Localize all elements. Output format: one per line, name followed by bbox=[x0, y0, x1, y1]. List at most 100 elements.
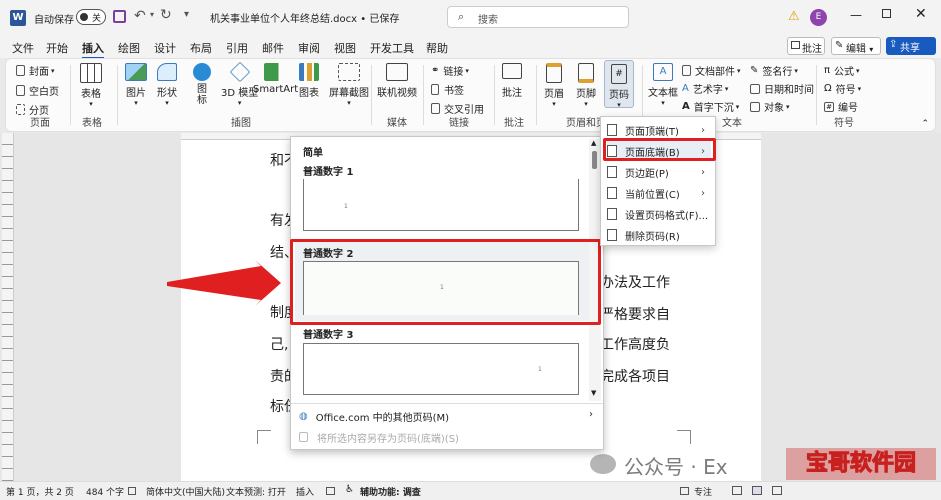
redo-icon[interactable]: ↻ bbox=[160, 7, 172, 23]
menu-item-page-margins[interactable]: 页边距(P) › bbox=[607, 162, 711, 182]
undo-icon[interactable]: ↶ bbox=[134, 8, 146, 24]
undo-dropdown-icon[interactable]: ▾ bbox=[150, 10, 154, 19]
status-words[interactable]: 484 个字 bbox=[86, 485, 124, 498]
qat-more-icon[interactable]: ▾ bbox=[184, 9, 189, 20]
calendar-icon bbox=[750, 83, 760, 94]
page-number-mark: 1 bbox=[538, 366, 542, 373]
chevron-down-icon: ▾ bbox=[735, 102, 740, 111]
tab-12[interactable]: 帮助 bbox=[426, 40, 448, 56]
page-number-button[interactable]: # 页码 ▾ bbox=[604, 60, 634, 109]
menu-item-label: 删除页码(R) bbox=[625, 231, 680, 243]
signature-line-button[interactable]: ✎ 签名行 ▾ bbox=[750, 63, 798, 78]
chevron-right-icon: › bbox=[589, 409, 593, 420]
doc-parts-button[interactable]: 文档部件 ▾ bbox=[682, 63, 741, 78]
comments-button[interactable]: 批注 bbox=[787, 37, 825, 55]
share-button[interactable]: ⇪ 共享 bbox=[886, 37, 936, 55]
shape-button[interactable]: 形状 ▾ bbox=[157, 63, 177, 107]
gallery-item-plain-number-1[interactable]: 1 bbox=[303, 179, 579, 231]
object-button[interactable]: 对象 ▾ bbox=[750, 99, 790, 114]
status-focus[interactable]: 专注 bbox=[694, 485, 712, 498]
status-page[interactable]: 第 1 页，共 2 页 bbox=[6, 485, 74, 498]
tab-1[interactable]: 文件 bbox=[12, 40, 34, 56]
doc-parts-icon bbox=[682, 65, 691, 76]
menu-item-remove-page-numbers[interactable]: 删除页码(R) bbox=[607, 225, 711, 245]
chevron-right-icon: › bbox=[701, 166, 705, 178]
divider bbox=[70, 65, 71, 125]
number-button[interactable]: # 编号 bbox=[824, 99, 858, 114]
search-box[interactable]: ⌕ 搜索 bbox=[447, 6, 629, 28]
picture-button[interactable]: 图片 ▾ bbox=[125, 63, 147, 107]
document-title: 机关事业单位个人年终总结.docx • 已保存 bbox=[210, 14, 400, 25]
chevron-right-icon: › bbox=[701, 124, 705, 136]
tab-5[interactable]: 设计 bbox=[154, 40, 176, 56]
wordart-button[interactable]: A 艺术字 ▾ bbox=[682, 81, 728, 96]
menu-item-top-of-page[interactable]: 页面顶端(T) › bbox=[607, 120, 711, 140]
shape-label: 形状 bbox=[157, 88, 177, 99]
autosave-toggle[interactable]: 关 bbox=[76, 9, 106, 25]
group-label-pages: 页面 bbox=[30, 118, 50, 129]
status-insert[interactable]: 插入 bbox=[296, 485, 314, 498]
web-layout-icon[interactable] bbox=[772, 486, 782, 495]
tab-3[interactable]: 插入 bbox=[82, 40, 104, 59]
blank-page-button[interactable]: 空白页 bbox=[16, 83, 59, 98]
cube-icon bbox=[229, 61, 250, 83]
number-label: 编号 bbox=[838, 103, 858, 114]
menu-item-current-position[interactable]: 当前位置(C) › bbox=[607, 183, 711, 203]
bookmark-button[interactable]: 书签 bbox=[431, 82, 464, 97]
minimize-icon[interactable]: — bbox=[850, 8, 862, 22]
scroll-up-icon[interactable]: ▲ bbox=[591, 139, 596, 147]
new-comment-button[interactable]: 批注 bbox=[502, 63, 522, 99]
editing-button[interactable]: ✎ 编辑 ▾ bbox=[831, 37, 881, 55]
footer-button[interactable]: 页脚 ▾ bbox=[576, 63, 596, 108]
tab-2[interactable]: 开始 bbox=[46, 40, 68, 56]
header-button[interactable]: 页眉 ▾ bbox=[544, 63, 564, 108]
signature-line-label: 签名行 bbox=[762, 67, 793, 78]
cover-button[interactable]: 封面 ▾ bbox=[16, 63, 55, 78]
gallery-item-title: 普通数字 1 bbox=[303, 167, 354, 178]
avatar[interactable]: E bbox=[810, 9, 827, 26]
page-margin-icon bbox=[607, 166, 617, 178]
tab-8[interactable]: 邮件 bbox=[262, 40, 284, 56]
link-button[interactable]: ⚭ 链接 ▾ bbox=[431, 63, 469, 78]
icons-button[interactable]: 图标 bbox=[193, 63, 211, 106]
close-icon[interactable]: ✕ bbox=[915, 6, 927, 22]
tab-7[interactable]: 引用 bbox=[226, 40, 248, 56]
tab-9[interactable]: 审阅 bbox=[298, 40, 320, 56]
drop-cap-button[interactable]: A 首字下沉 ▾ bbox=[682, 99, 739, 114]
chevron-down-icon: ▾ bbox=[617, 101, 621, 109]
equation-button[interactable]: π 公式 ▾ bbox=[824, 63, 860, 78]
chart-button[interactable]: 图表 bbox=[299, 63, 319, 99]
symbol-button[interactable]: Ω 符号 ▾ bbox=[824, 81, 861, 96]
gallery-item-plain-number-3[interactable]: 1 bbox=[303, 343, 579, 395]
word-logo-icon: W bbox=[10, 10, 26, 26]
chevron-down-icon: ▾ bbox=[237, 99, 242, 107]
menu-item-format-page-numbers[interactable]: 设置页码格式(F)... bbox=[607, 204, 711, 224]
tab-11[interactable]: 开发工具 bbox=[370, 40, 414, 56]
collapse-ribbon-icon[interactable]: ⌃ bbox=[921, 119, 929, 129]
scroll-down-icon[interactable]: ▼ bbox=[591, 389, 596, 397]
read-mode-icon[interactable] bbox=[732, 486, 742, 495]
table-button[interactable]: 表格 ▾ bbox=[80, 63, 102, 108]
scroll-thumb[interactable] bbox=[592, 151, 597, 169]
document-line: 完成各项目 bbox=[600, 369, 670, 385]
screenshot-button[interactable]: 屏幕截图 ▾ bbox=[329, 63, 369, 107]
menu-item-label: 当前位置(C) bbox=[625, 189, 680, 201]
status-language[interactable]: 简体中文(中国大陆) bbox=[146, 485, 225, 498]
online-video-button[interactable]: 联机视频 bbox=[377, 63, 417, 99]
more-from-office-menu-item[interactable]: ◍ Office.com 中的其他页码(M) › bbox=[299, 407, 597, 425]
save-icon[interactable] bbox=[113, 10, 126, 23]
status-text-prediction[interactable]: 文本预测: 打开 bbox=[226, 485, 286, 498]
save-selection-icon bbox=[299, 432, 308, 442]
restore-icon[interactable] bbox=[882, 9, 891, 18]
tab-4[interactable]: 绘图 bbox=[118, 40, 140, 56]
tab-6[interactable]: 布局 bbox=[190, 40, 212, 56]
group-label-text: 文本 bbox=[722, 118, 742, 129]
tab-10[interactable]: 视图 bbox=[334, 40, 356, 56]
print-layout-icon[interactable] bbox=[752, 486, 762, 495]
warning-icon[interactable]: ⚠ bbox=[788, 9, 800, 24]
smartart-button[interactable]: SmartArt bbox=[253, 63, 298, 95]
date-time-button[interactable]: 日期和时间 bbox=[750, 81, 814, 96]
status-accessibility[interactable]: 辅助功能: 调查 bbox=[360, 485, 421, 498]
menu-divider bbox=[291, 403, 603, 404]
textbox-button[interactable]: A 文本框 ▾ bbox=[648, 63, 678, 107]
